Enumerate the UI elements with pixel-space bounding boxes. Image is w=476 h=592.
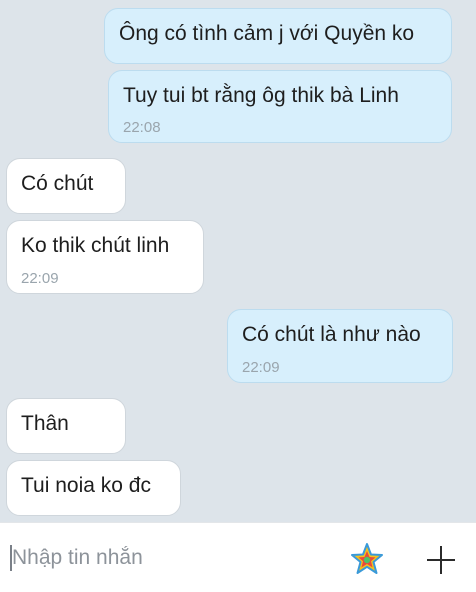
message-timestamp: 22:08	[123, 119, 161, 136]
message-timestamp: 22:09	[21, 270, 59, 287]
message-input[interactable]	[12, 543, 332, 573]
message-text: Tui noia ko đc	[21, 474, 151, 497]
message-text: Ko thik chút linh	[21, 234, 170, 257]
message-text: Có chút	[21, 172, 94, 195]
message-text: Tuy tui bt rằng ôg thik bà Linh	[123, 84, 399, 107]
message-bubble-incoming[interactable]: Có chút	[6, 158, 126, 214]
message-bubble-outgoing[interactable]: Có chút là như nào 22:09	[227, 309, 453, 383]
plus-icon[interactable]	[424, 543, 458, 577]
message-bubble-incoming[interactable]: Tui noia ko đc	[6, 460, 181, 516]
message-composer	[0, 522, 476, 592]
chat-message-list[interactable]: Ông có tình cảm j với Quyền ko Tuy tui b…	[0, 0, 476, 522]
message-timestamp: 22:09	[242, 359, 280, 376]
message-bubble-outgoing[interactable]: Tuy tui bt rằng ôg thik bà Linh 22:08	[108, 70, 452, 143]
message-bubble-outgoing[interactable]: Ông có tình cảm j với Quyền ko	[104, 8, 452, 64]
message-text: Có chút là như nào	[242, 323, 421, 346]
message-text: Ông có tình cảm j với Quyền ko	[119, 22, 415, 45]
message-bubble-incoming[interactable]: Ko thik chút linh 22:09	[6, 220, 204, 294]
message-bubble-incoming[interactable]: Thân	[6, 398, 126, 454]
sticker-star-icon[interactable]	[350, 542, 384, 576]
message-text: Thân	[21, 412, 69, 435]
